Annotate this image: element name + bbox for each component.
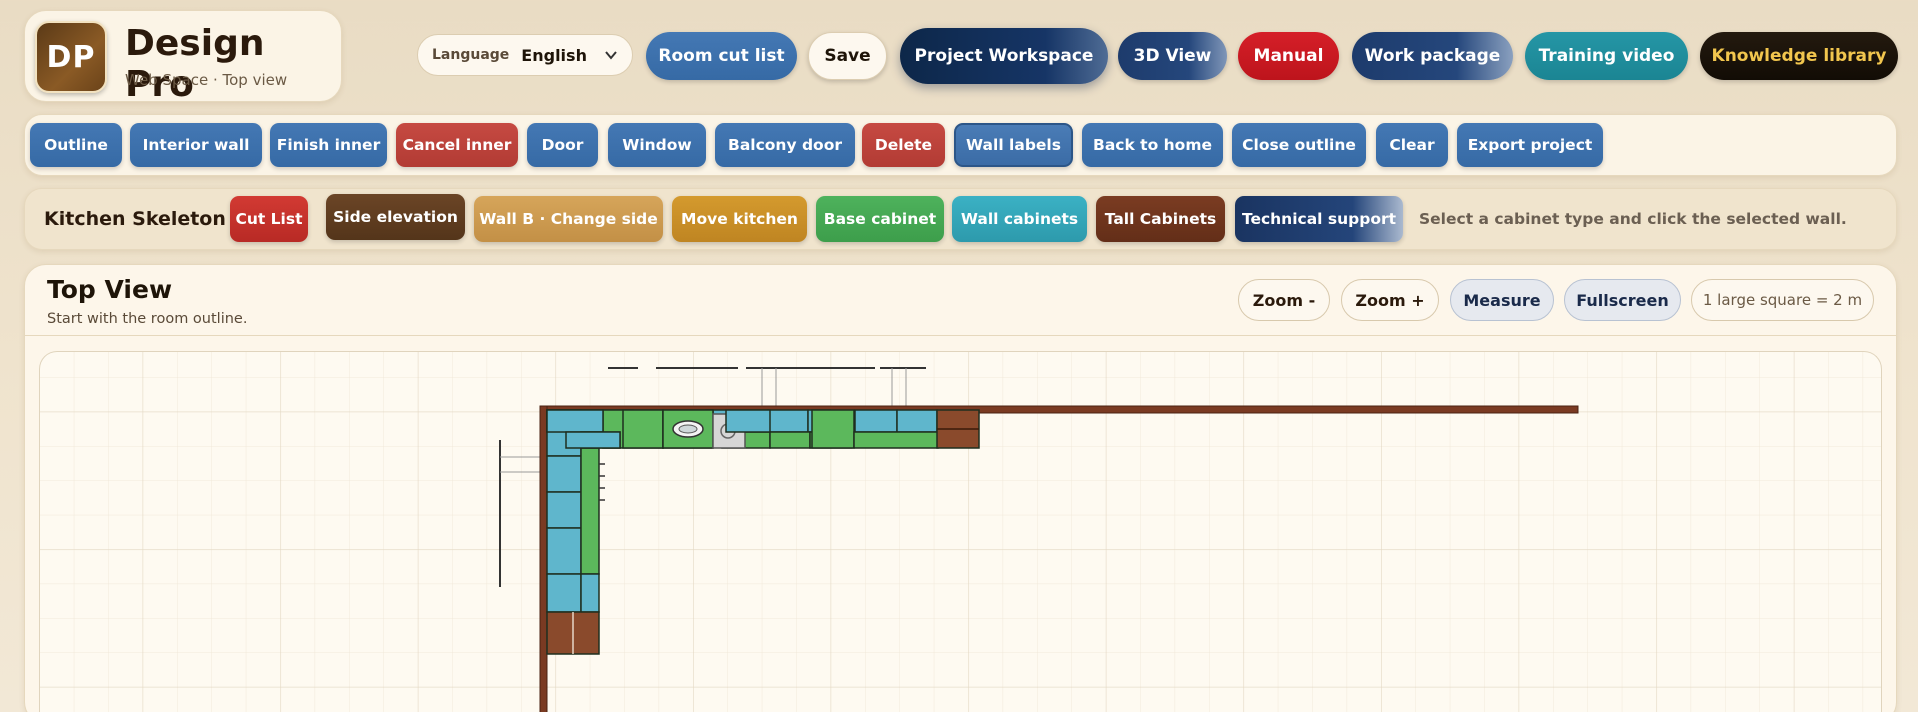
zoom-out-button[interactable]: Zoom -: [1238, 279, 1330, 321]
3d-view-button[interactable]: 3D View: [1118, 32, 1227, 80]
logo-text: DP: [46, 39, 96, 75]
save-button[interactable]: Save: [808, 32, 887, 80]
balcony-door-button[interactable]: Balcony door: [715, 123, 855, 167]
interior-wall-button[interactable]: Interior wall: [130, 123, 262, 167]
fullscreen-button[interactable]: Fullscreen: [1564, 279, 1681, 321]
chevron-down-icon: [604, 47, 618, 66]
project-workspace-button[interactable]: Project Workspace: [900, 28, 1108, 84]
technical-support-button[interactable]: Technical support: [1235, 196, 1403, 242]
measure-button[interactable]: Measure: [1450, 279, 1554, 321]
side-elevation-button[interactable]: Side elevation: [326, 194, 465, 240]
base-cabinet-button[interactable]: Base cabinet: [816, 196, 944, 242]
manual-button[interactable]: Manual: [1238, 32, 1339, 80]
work-package-button[interactable]: Work package: [1352, 32, 1513, 80]
top-view-title: Top View: [47, 275, 173, 304]
close-outline-button[interactable]: Close outline: [1232, 123, 1366, 167]
app-logo: DP: [35, 21, 107, 93]
back-to-home-button[interactable]: Back to home: [1082, 123, 1223, 167]
language-select[interactable]: Language English: [417, 34, 633, 76]
panel-divider: [25, 335, 1896, 336]
floorplan-canvas[interactable]: [39, 351, 1882, 712]
floorplan-svg: [40, 352, 1881, 712]
finish-inner-button[interactable]: Finish inner: [270, 123, 387, 167]
kitchen-hint: Select a cabinet type and click the sele…: [1419, 210, 1847, 228]
scale-indicator: 1 large square = 2 m: [1691, 279, 1874, 321]
room-cut-list-button[interactable]: Room cut list: [646, 32, 797, 80]
delete-button[interactable]: Delete: [862, 123, 945, 167]
wall-cabinets-button[interactable]: Wall cabinets: [952, 196, 1087, 242]
language-value: English: [521, 45, 587, 65]
brand-card: DP Design Pro Web Space · Top view: [24, 10, 342, 105]
cancel-inner-button[interactable]: Cancel inner: [396, 123, 518, 167]
move-kitchen-button[interactable]: Move kitchen: [672, 196, 807, 242]
kitchen-skeleton-label: Kitchen Skeleton: [44, 208, 226, 230]
window-button[interactable]: Window: [608, 123, 706, 167]
app-title: Design Pro: [125, 23, 265, 105]
export-project-button[interactable]: Export project: [1457, 123, 1603, 167]
training-video-button[interactable]: Training video: [1525, 32, 1688, 80]
tall-cabinets-button[interactable]: Tall Cabinets: [1096, 196, 1225, 242]
top-view-subtitle: Start with the room outline.: [47, 311, 248, 327]
wall-b-change-side-button[interactable]: Wall B · Change side: [474, 196, 663, 242]
knowledge-library-button[interactable]: Knowledge library: [1700, 32, 1898, 80]
app-subtitle: Web Space · Top view: [125, 71, 288, 89]
door-button[interactable]: Door: [527, 123, 598, 167]
zoom-in-button[interactable]: Zoom +: [1341, 279, 1439, 321]
clear-button[interactable]: Clear: [1376, 123, 1448, 167]
language-label: Language: [432, 47, 510, 63]
cut-list-button[interactable]: Cut List: [230, 196, 308, 242]
wall-labels-button[interactable]: Wall labels: [954, 123, 1073, 167]
outline-button[interactable]: Outline: [30, 123, 122, 167]
